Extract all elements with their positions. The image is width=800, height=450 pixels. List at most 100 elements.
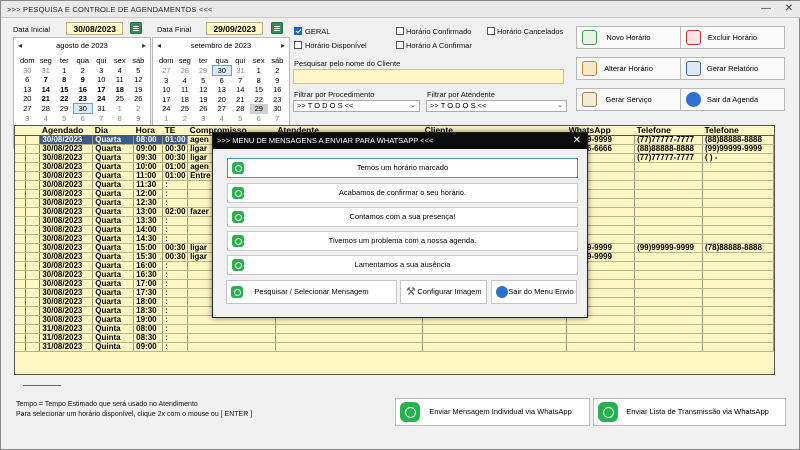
- day[interactable]: 17: [157, 95, 176, 105]
- column-header-telefone-2[interactable]: Telefone: [702, 126, 774, 136]
- row-header-cell[interactable]: [25, 288, 41, 298]
- table-cell[interactable]: (78)88888-8888: [702, 243, 774, 253]
- table-cell[interactable]: 30/08/2023: [39, 207, 94, 217]
- row-header-cell[interactable]: [25, 333, 41, 343]
- row-header-cell[interactable]: [15, 243, 27, 253]
- day[interactable]: 1: [157, 114, 176, 124]
- table-cell[interactable]: [275, 333, 424, 343]
- table-cell[interactable]: [702, 315, 774, 325]
- day[interactable]: 3: [194, 114, 213, 124]
- table-cell[interactable]: [702, 288, 774, 298]
- day[interactable]: 13: [18, 85, 37, 95]
- day[interactable]: 11: [111, 75, 130, 85]
- table-cell[interactable]: 10:00: [133, 162, 164, 172]
- table-cell[interactable]: Quinta: [92, 342, 135, 352]
- day[interactable]: 22: [55, 94, 74, 104]
- column-header-telefone[interactable]: Telefone: [634, 126, 703, 136]
- disponivel-checkbox[interactable]: [294, 41, 302, 49]
- row-header-cell[interactable]: [15, 297, 27, 307]
- row-header-cell[interactable]: [15, 315, 27, 325]
- table-cell[interactable]: [702, 261, 774, 271]
- table-cell[interactable]: [702, 333, 774, 343]
- day[interactable]: 5: [231, 114, 250, 124]
- day[interactable]: 31: [92, 104, 111, 114]
- day[interactable]: 17: [92, 85, 111, 95]
- table-cell[interactable]: 14:30: [133, 234, 164, 244]
- table-cell[interactable]: [634, 234, 703, 244]
- day[interactable]: 26: [129, 94, 148, 104]
- row-header-cell[interactable]: [25, 279, 41, 289]
- row-header-cell[interactable]: [15, 171, 27, 181]
- table-cell[interactable]: [702, 225, 774, 235]
- table-cell[interactable]: Quarta: [92, 216, 135, 226]
- table-cell[interactable]: [702, 342, 774, 352]
- column-header-agendado[interactable]: Agendado: [39, 126, 93, 136]
- day[interactable]: 8: [111, 114, 130, 124]
- table-cell[interactable]: Quarta: [92, 315, 135, 325]
- row-header-cell[interactable]: [15, 324, 27, 334]
- day[interactable]: 4: [213, 114, 232, 124]
- day[interactable]: 4: [176, 76, 195, 86]
- table-cell[interactable]: 30/08/2023: [39, 306, 94, 316]
- table-cell[interactable]: Quinta: [92, 324, 135, 334]
- day[interactable]: 8: [55, 75, 74, 85]
- day[interactable]: 24: [157, 104, 176, 114]
- day[interactable]: 2: [176, 114, 195, 124]
- gerar-relatorio-button[interactable]: Gerar Relatório: [680, 57, 785, 80]
- table-cell[interactable]: 00:30: [162, 252, 189, 262]
- row-header-cell[interactable]: [25, 198, 41, 208]
- day[interactable]: 7: [37, 75, 56, 85]
- row-header-cell[interactable]: [25, 144, 41, 154]
- table-cell[interactable]: :: [162, 216, 189, 226]
- day[interactable]: 10: [157, 85, 176, 95]
- table-cell[interactable]: Quarta: [92, 198, 135, 208]
- message-option[interactable]: Contamos com a sua presença!: [227, 207, 578, 227]
- row-header-cell[interactable]: [25, 216, 41, 226]
- table-cell[interactable]: (88)88888-8888: [702, 135, 774, 145]
- table-cell[interactable]: [634, 207, 703, 217]
- day[interactable]: 20: [213, 95, 232, 105]
- row-header-cell[interactable]: [15, 261, 27, 271]
- day[interactable]: 2: [129, 104, 148, 114]
- table-row[interactable]: 31/08/2023 Quinta 09:00:: [15, 342, 774, 352]
- table-cell[interactable]: [702, 198, 774, 208]
- table-cell[interactable]: 30/08/2023: [39, 216, 94, 226]
- day[interactable]: 3: [92, 66, 111, 76]
- table-cell[interactable]: 30/08/2023: [39, 135, 94, 145]
- table-cell[interactable]: :: [162, 306, 189, 316]
- table-cell[interactable]: 08:00: [133, 324, 164, 334]
- table-row[interactable]: 31/08/2023 Quinta 08:00:: [15, 324, 774, 334]
- day[interactable]: 27: [18, 104, 37, 114]
- message-option[interactable]: Temos um horário marcado: [227, 158, 578, 178]
- day-today[interactable]: 30: [73, 103, 93, 114]
- table-cell[interactable]: 30/08/2023: [39, 189, 94, 199]
- day[interactable]: 31: [231, 66, 250, 76]
- day[interactable]: 4: [111, 66, 130, 76]
- table-cell[interactable]: Quarta: [92, 234, 135, 244]
- table-cell[interactable]: :: [162, 189, 189, 199]
- table-cell[interactable]: Quarta: [92, 243, 135, 253]
- table-cell[interactable]: [422, 333, 568, 343]
- table-cell[interactable]: [275, 342, 424, 352]
- day[interactable]: 16: [268, 85, 287, 95]
- table-cell[interactable]: [702, 207, 774, 217]
- table-cell[interactable]: Quarta: [92, 135, 135, 145]
- message-option[interactable]: Tivemos um problema com a nossa agenda.: [227, 231, 578, 251]
- table-cell[interactable]: 16:30: [133, 270, 164, 280]
- table-cell[interactable]: 12:30: [133, 198, 164, 208]
- table-cell[interactable]: 08:00: [133, 135, 164, 145]
- row-header-cell[interactable]: [25, 189, 41, 199]
- table-cell[interactable]: 01:00: [162, 162, 189, 172]
- table-cell[interactable]: [702, 270, 774, 280]
- day[interactable]: 16: [74, 85, 93, 95]
- table-cell[interactable]: [702, 306, 774, 316]
- day[interactable]: 1: [111, 104, 130, 114]
- table-cell[interactable]: [634, 180, 703, 190]
- table-cell[interactable]: [702, 297, 774, 307]
- column-header-hora[interactable]: Hora: [133, 126, 163, 136]
- day[interactable]: 6: [74, 114, 93, 124]
- row-header-cell[interactable]: [15, 189, 27, 199]
- table-cell[interactable]: [634, 324, 703, 334]
- row-header-cell[interactable]: [25, 252, 41, 262]
- enviar-lista-button[interactable]: Enviar Lista de Transmissão via WhatsApp: [593, 398, 786, 426]
